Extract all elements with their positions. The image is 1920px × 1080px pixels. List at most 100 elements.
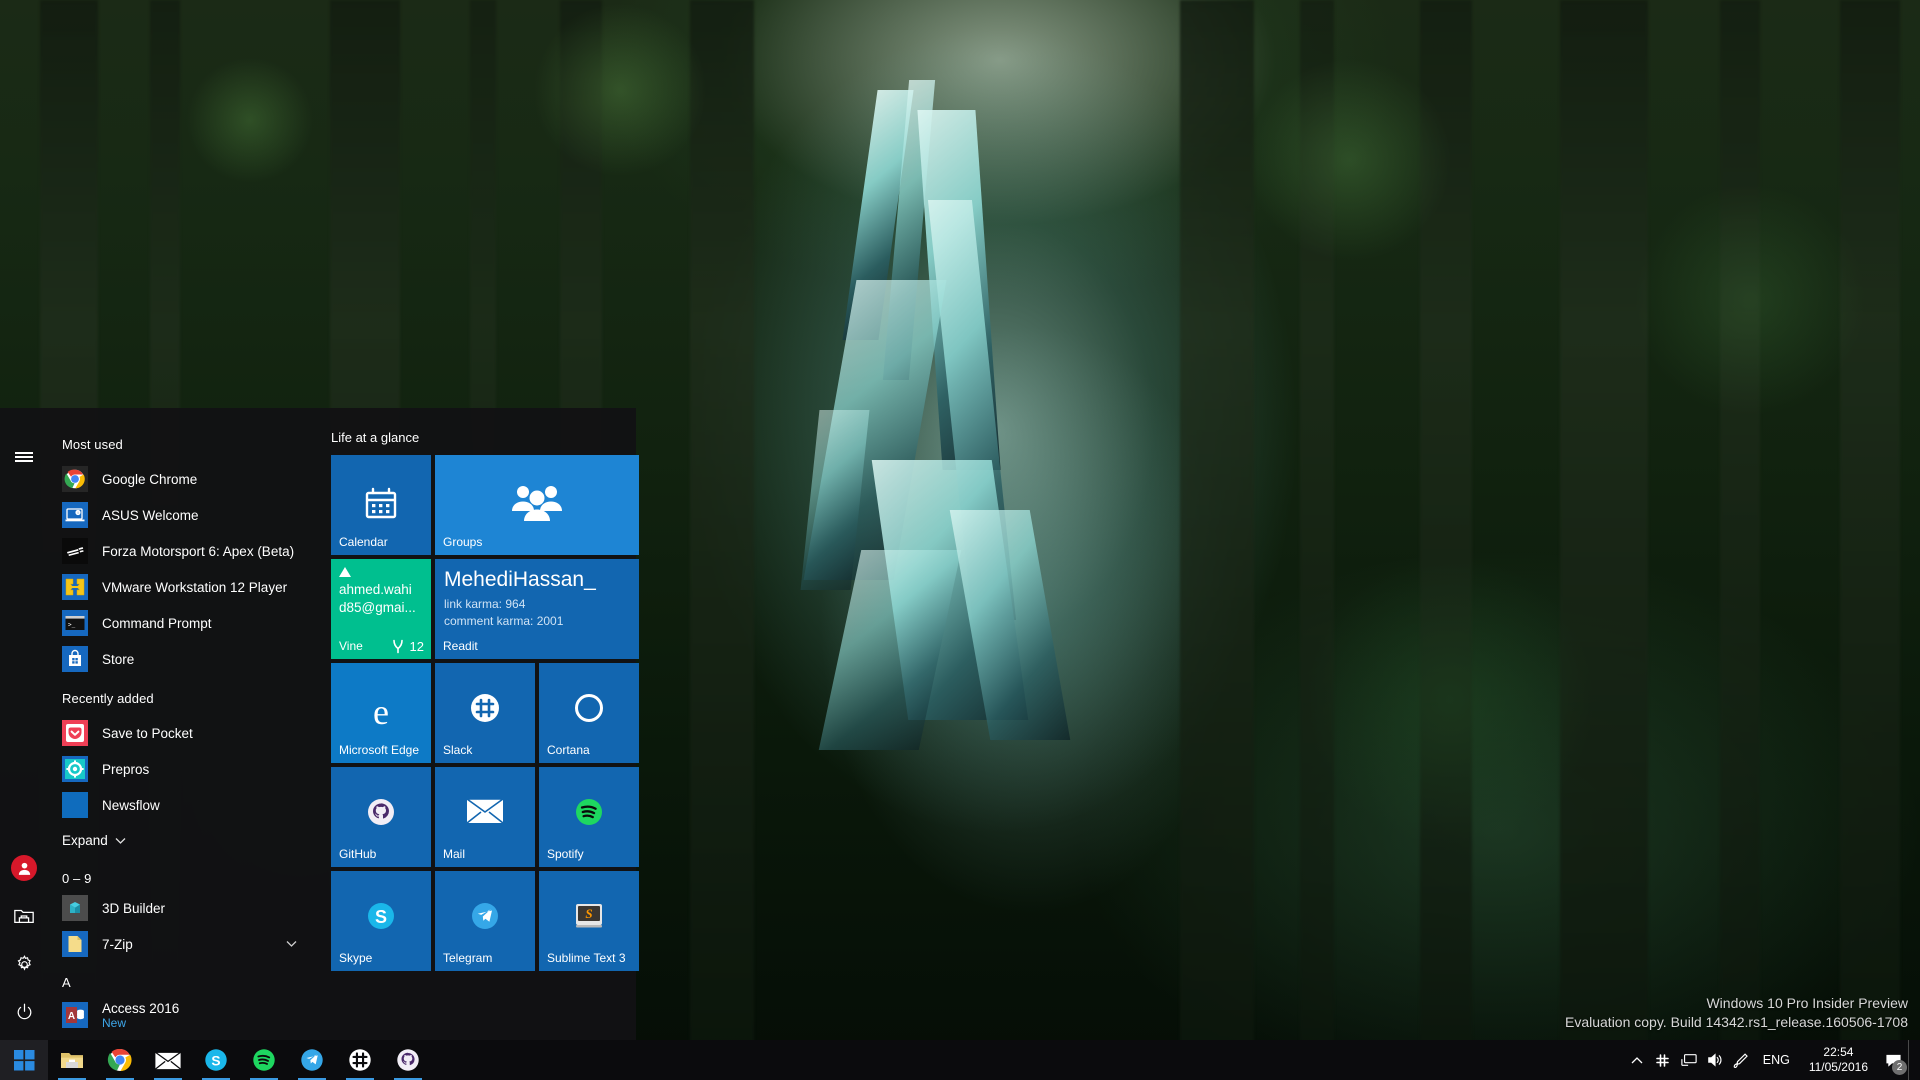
tile-label: Vine [339,639,363,653]
tile-grid: Calendar Groups ahmed.wahi d85@gmai... V… [331,455,643,971]
app-row[interactable]: Prepros [48,751,313,787]
tile-label: Groups [443,535,483,549]
app-label: Command Prompt [102,615,212,631]
taskbar-item-slack[interactable] [336,1040,384,1080]
mail-icon [154,1051,182,1070]
asus-welcome-icon: i [62,502,88,528]
windows-logo-icon [13,1049,34,1070]
settings-button[interactable] [0,940,48,988]
tile-github[interactable]: GitHub [331,767,431,867]
new-badge: New [102,1015,127,1030]
app-row[interactable]: i ASUS Welcome [48,497,313,533]
tile-label: Mail [443,847,466,861]
taskbar: S ENG 22:54 11/05/2016 2 [0,1040,1920,1080]
tile-readit[interactable]: MehediHassan_ link karma: 964 comment ka… [435,559,639,659]
tile-groups[interactable]: Groups [435,455,639,555]
tile-sublime-text-3[interactable]: S Sublime Text 3 [539,871,639,971]
app-row[interactable]: VMware Workstation 12 Player [48,569,313,605]
app-row[interactable]: Google Chrome [48,461,313,497]
start-button[interactable] [0,1040,48,1080]
most-used-header: Most used [62,437,123,452]
taskbar-item-mail[interactable] [144,1040,192,1080]
tile-microsoft-edge[interactable]: e Microsoft Edge [331,663,431,763]
hamburger-menu-icon[interactable] [0,433,48,481]
groups-icon [435,481,639,525]
taskbar-item-spotify[interactable] [240,1040,288,1080]
tile-calendar[interactable]: Calendar [331,455,431,555]
slack-icon [435,691,535,725]
access-icon: A [62,1002,88,1028]
command-prompt-icon: >_ [62,610,88,636]
app-list[interactable]: Most used Google Chrome i ASUS Welcome F… [48,408,313,1040]
taskbar-item-github[interactable] [384,1040,432,1080]
app-row[interactable]: Save to Pocket [48,715,313,751]
svg-text:S: S [211,1053,220,1068]
taskbar-item-file-explorer[interactable] [48,1040,96,1080]
show-hidden-icons-button[interactable] [1624,1040,1650,1080]
volume-icon-button[interactable] [1702,1040,1728,1080]
skype-icon: S [331,899,431,933]
app-row[interactable]: A Access 2016 New [48,994,313,1036]
newsflow-icon [62,792,88,818]
app-label: VMware Workstation 12 Player [102,579,288,595]
tile-label: Spotify [547,847,584,861]
tiles-panel: Life at a glance Calendar Groups ahmed.w… [313,408,643,1040]
network-icon-button[interactable] [1676,1040,1702,1080]
app-label: Newsflow [102,797,160,813]
svg-text:e: e [373,692,389,732]
language-indicator[interactable]: ENG [1754,1053,1799,1067]
action-center-button[interactable]: 2 [1878,1040,1908,1080]
tile-label: Sublime Text 3 [547,951,626,965]
chevron-down-icon[interactable] [286,940,297,948]
telegram-icon [435,899,535,933]
windows-ink-workspace-button[interactable] [1728,1040,1754,1080]
svg-text:>_: >_ [68,622,76,629]
abstract-sculpture [800,80,1160,800]
clock[interactable]: 22:54 11/05/2016 [1799,1045,1878,1075]
sublime-icon: S [539,899,639,933]
app-row[interactable]: Newsflow [48,787,313,823]
app-row[interactable]: 3D Builder [48,890,313,926]
prepros-icon [62,756,88,782]
readit-username: MehediHassan_ [444,568,596,591]
tile-mail[interactable]: Mail [435,767,535,867]
clock-date: 11/05/2016 [1808,1060,1868,1074]
tile-cortana[interactable]: Cortana [539,663,639,763]
spotify-icon [253,1049,275,1071]
tile-vine[interactable]: ahmed.wahi d85@gmai... Vine 12 [331,559,431,659]
app-row[interactable]: Forza Motorsport 6: Apex (Beta) [48,533,313,569]
store-icon [62,646,88,672]
sevenzip-icon [62,931,88,957]
tile-skype[interactable]: S Skype [331,871,431,971]
app-label: 3D Builder [102,900,166,916]
expand-button[interactable]: Expand [48,823,313,858]
vine-icon [392,639,403,654]
power-button[interactable] [0,988,48,1036]
show-desktop-button[interactable] [1908,1040,1916,1080]
app-row[interactable]: >_ Command Prompt [48,605,313,641]
recently-added-header: Recently added [62,691,154,706]
tray-slack-icon-button[interactable] [1650,1040,1676,1080]
tile-telegram[interactable]: Telegram [435,871,535,971]
pen-icon [1733,1053,1748,1068]
tile-spotify[interactable]: Spotify [539,767,639,867]
group-header-0-9: 0 – 9 [62,871,92,886]
file-explorer-icon [61,1053,83,1068]
taskbar-item-skype[interactable]: S [192,1040,240,1080]
cortana-icon [539,691,639,725]
svg-text:A: A [68,1011,75,1022]
file-explorer-button[interactable] [0,892,48,940]
notification-triangle-icon [339,567,351,577]
app-row[interactable]: 7-Zip [48,926,313,962]
readit-link-karma: link karma: 964 [444,597,526,611]
app-label: Store [102,651,135,667]
taskbar-item-telegram[interactable] [288,1040,336,1080]
calendar-icon [331,483,431,523]
app-row[interactable]: Store [48,641,313,677]
action-center-badge: 2 [1892,1060,1907,1075]
app-label: Save to Pocket [102,725,193,741]
pocket-icon [62,720,88,746]
user-account-button[interactable] [0,844,48,892]
taskbar-item-google-chrome[interactable] [96,1040,144,1080]
tile-slack[interactable]: Slack [435,663,535,763]
